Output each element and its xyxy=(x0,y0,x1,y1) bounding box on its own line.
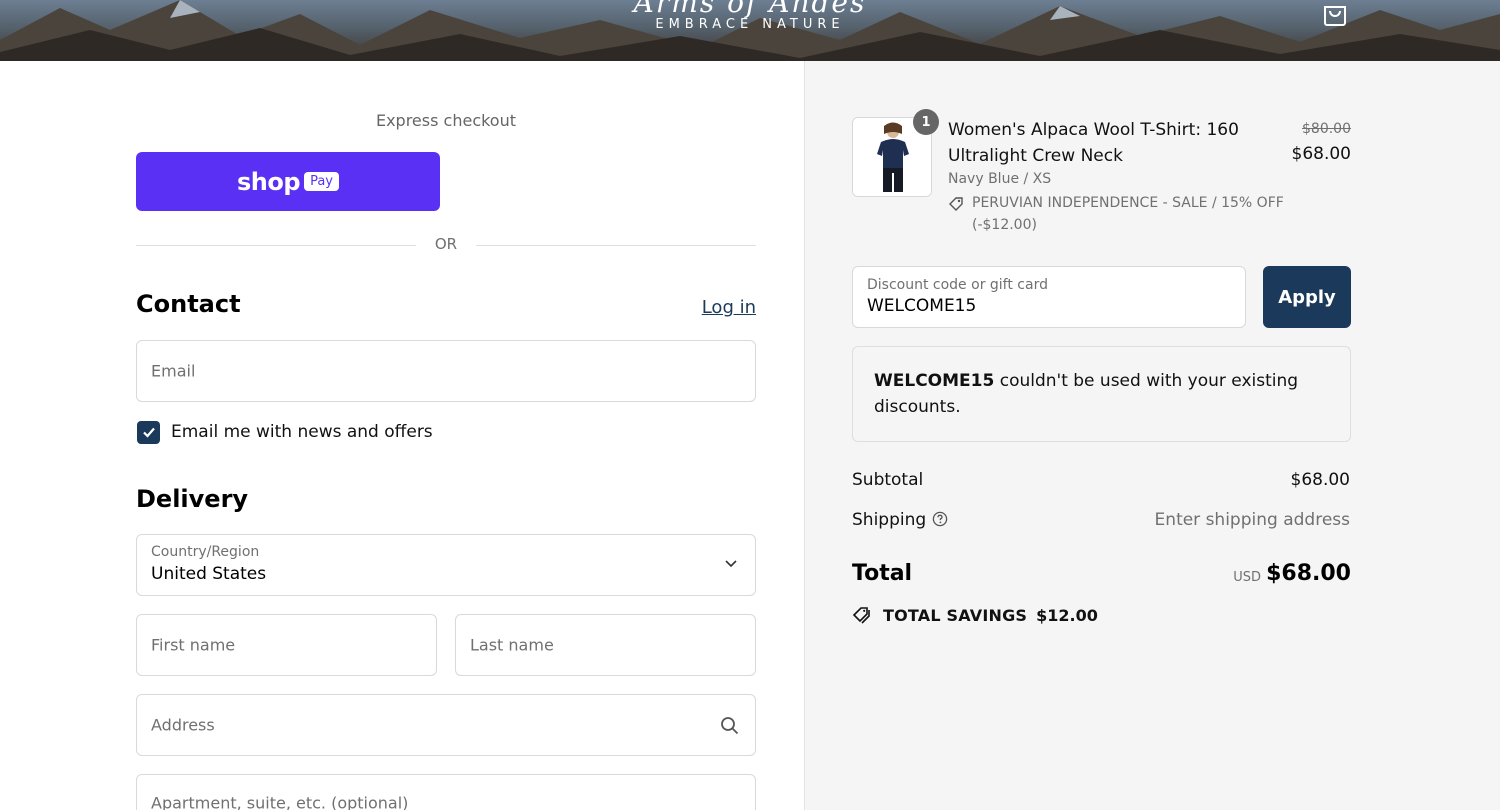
discount-code-value: WELCOME15 xyxy=(867,296,977,316)
total-savings-row: TOTAL SAVINGS $12.00 xyxy=(852,604,1098,626)
total-savings-label: TOTAL SAVINGS xyxy=(883,605,1028,625)
product-name: Women's Alpaca Wool T-Shirt: 160 Ultrali… xyxy=(948,120,1239,166)
shop-pay-chip: Pay xyxy=(304,172,339,191)
divider-line-right xyxy=(476,245,756,246)
help-icon[interactable] xyxy=(932,511,948,527)
header-banner: Arms of Andes EMBRACE NATURE xyxy=(0,0,1500,61)
discount-error-code: WELCOME15 xyxy=(874,371,995,391)
shipping-value: Enter shipping address xyxy=(1154,510,1350,530)
address-field[interactable]: Address xyxy=(136,694,756,756)
delivery-heading: Delivery xyxy=(136,485,249,513)
or-divider: OR xyxy=(136,235,756,255)
discount-code-label: Discount code or gift card xyxy=(867,277,1048,293)
subtotal-label: Subtotal xyxy=(852,470,924,490)
product-variant: Navy Blue / XS xyxy=(948,171,1052,187)
address-placeholder: Address xyxy=(151,715,215,735)
discount-error-notice: WELCOME15 couldn't be used with your exi… xyxy=(852,346,1351,442)
discount-error-text: WELCOME15 couldn't be used with your exi… xyxy=(874,368,1314,420)
shipping-label: Shipping xyxy=(852,510,927,530)
country-select[interactable]: Country/Region United States xyxy=(136,534,756,596)
divider-line-left xyxy=(136,245,416,246)
email-field[interactable]: Email xyxy=(136,340,756,402)
login-link[interactable]: Log in xyxy=(690,297,756,318)
last-name-placeholder: Last name xyxy=(470,635,554,655)
country-value: United States xyxy=(151,564,267,584)
brand-tagline: EMBRACE NATURE xyxy=(655,17,845,32)
apply-button[interactable]: Apply xyxy=(1263,266,1351,328)
last-name-field[interactable]: Last name xyxy=(455,614,756,676)
express-checkout-title: Express checkout xyxy=(375,111,517,130)
total-savings-value: $12.00 xyxy=(1036,605,1098,625)
discount-code-field[interactable]: Discount code or gift card WELCOME15 xyxy=(852,266,1246,328)
apartment-field[interactable]: Apartment, suite, etc. (optional) xyxy=(136,774,756,810)
tag-icon xyxy=(949,197,963,211)
order-summary-panel: 1 Women's Alpaca Wool T-Shirt: 160 Ultra… xyxy=(804,61,1500,810)
newsletter-label: Email me with news and offers xyxy=(171,422,433,442)
first-name-field[interactable]: First name xyxy=(136,614,437,676)
subtotal-value: $68.00 xyxy=(1290,470,1350,490)
original-price: $80.00 xyxy=(1302,121,1351,137)
checkmark-icon xyxy=(142,427,155,438)
savings-tag-icon xyxy=(852,607,870,624)
discount-tag-text: PERUVIAN INDEPENDENCE - SALE / 15% OFF (… xyxy=(972,195,1284,233)
chevron-down-icon xyxy=(725,560,737,568)
total-currency: USD xyxy=(1233,570,1261,585)
shop-pay-button[interactable]: shop Pay xyxy=(136,152,440,211)
newsletter-option[interactable]: Email me with news and offers xyxy=(137,420,433,444)
shopping-bag-icon[interactable] xyxy=(1322,0,1348,26)
newsletter-checkbox[interactable] xyxy=(137,420,160,444)
shop-pay-wordmark: shop xyxy=(237,167,301,196)
email-placeholder: Email xyxy=(151,361,196,381)
apartment-placeholder: Apartment, suite, etc. (optional) xyxy=(151,793,409,810)
or-label: OR xyxy=(434,235,458,253)
total-value: $68.00 xyxy=(1266,561,1351,586)
first-name-placeholder: First name xyxy=(151,635,236,655)
search-icon xyxy=(721,717,739,735)
checkout-form-panel: Express checkout shop Pay OR Contact Log… xyxy=(0,61,804,810)
country-label: Country/Region xyxy=(151,544,260,560)
total-label: Total xyxy=(852,561,913,586)
shipping-row-label: Shipping xyxy=(852,510,948,530)
sale-price: $68.00 xyxy=(1291,144,1351,164)
quantity-badge: 1 xyxy=(913,109,939,135)
contact-heading: Contact xyxy=(136,290,241,318)
